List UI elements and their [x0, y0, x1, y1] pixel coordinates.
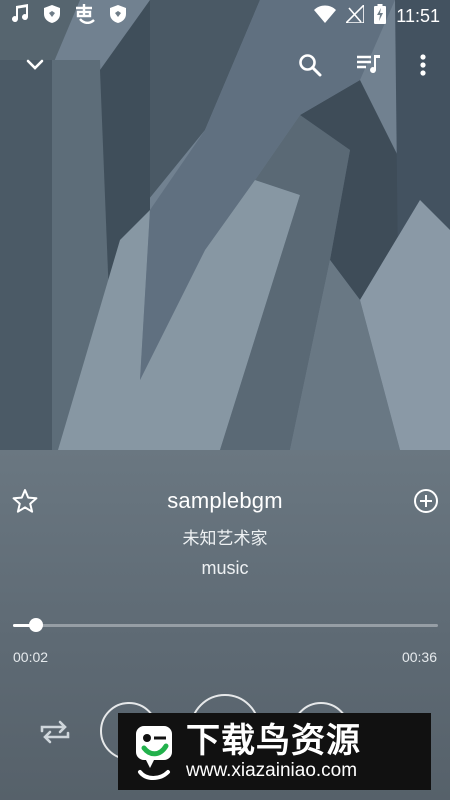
more-vert-icon	[420, 54, 426, 76]
queue-music-icon	[357, 55, 380, 74]
track-album: music	[201, 558, 249, 578]
shield-icon	[44, 5, 60, 27]
track-title: samplebgm	[167, 488, 283, 513]
search-button[interactable]	[293, 48, 327, 82]
search-icon	[299, 54, 322, 77]
player-toolbar	[0, 40, 450, 90]
shield-icon	[110, 5, 126, 27]
bird-logo-icon	[130, 722, 176, 782]
add-circle-icon	[414, 489, 438, 513]
wifi-icon	[314, 5, 337, 27]
track-artist: 未知艺术家	[182, 529, 268, 549]
more-options-button[interactable]	[406, 48, 440, 82]
add-to-playlist-button[interactable]	[411, 486, 441, 516]
no-sim-icon	[344, 3, 366, 27]
watermark-title: 下载鸟资源	[186, 720, 361, 761]
music-note-icon	[12, 4, 30, 28]
collapse-button[interactable]	[18, 48, 52, 82]
music-player-screen: 11:51 samplebgm 未知艺术家 music 00:02 00:36 …	[0, 0, 450, 800]
watermark-url: www.xiazainiao.com	[186, 759, 358, 781]
status-time: 11:51	[396, 5, 440, 26]
seek-thumb[interactable]	[29, 618, 44, 632]
battery-charging-icon	[374, 4, 387, 28]
watermark-banner: 下载鸟资源 www.xiazainiao.com	[118, 713, 431, 790]
repeat-icon	[40, 720, 70, 744]
queue-button[interactable]	[352, 48, 386, 82]
seek-track	[13, 624, 438, 627]
elapsed-time: 00:02	[13, 649, 49, 665]
app-glyph-icon	[74, 4, 96, 28]
repeat-button[interactable]	[34, 714, 76, 750]
status-bar: 11:51	[0, 0, 450, 32]
chevron-down-icon	[26, 59, 44, 70]
seek-bar[interactable]	[13, 618, 438, 632]
total-time: 00:36	[401, 649, 437, 665]
